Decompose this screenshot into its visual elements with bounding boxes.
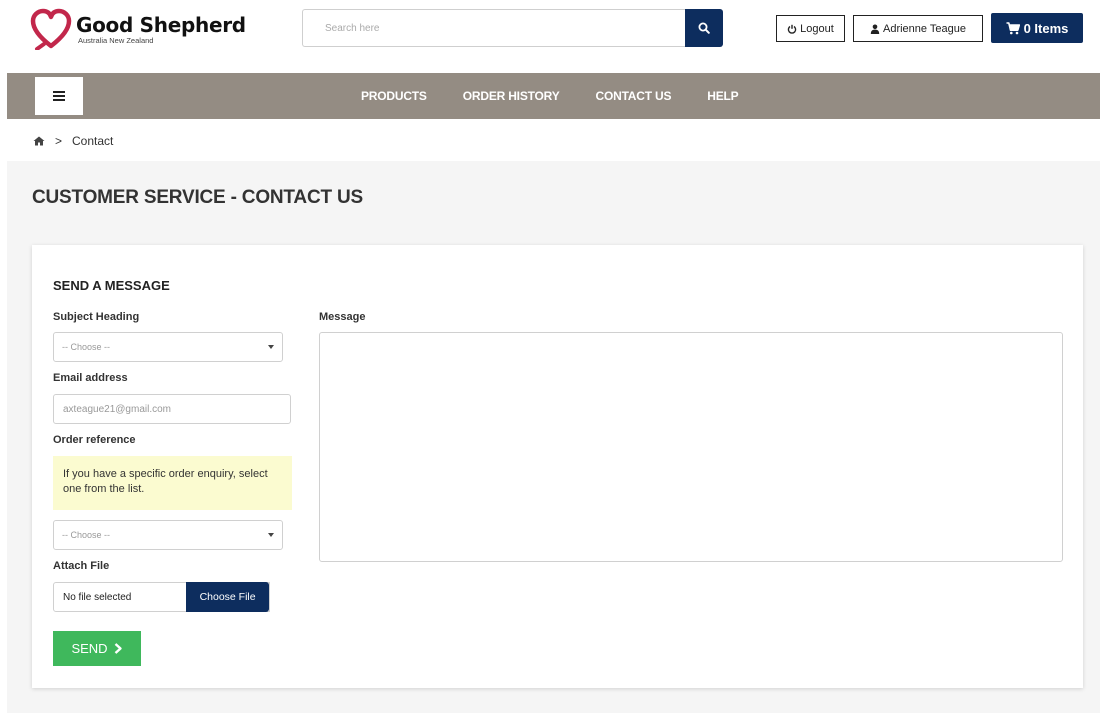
message-label: Message <box>319 311 366 323</box>
message-textarea[interactable] <box>319 332 1063 562</box>
breadcrumb-current: Contact <box>72 134 114 148</box>
nav-item-contact-us[interactable]: CONTACT US <box>596 89 672 103</box>
cart-label: 0 Items <box>1023 20 1069 36</box>
choose-file-button[interactable]: Choose File <box>186 582 269 612</box>
order-select-value: -- Choose -- <box>62 530 111 540</box>
order-reference-label: Order reference <box>53 434 136 446</box>
main-nav: PRODUCTS ORDER HISTORY CONTACT US HELP <box>7 73 1100 119</box>
subject-select[interactable]: -- Choose -- <box>53 332 283 362</box>
attach-file-label: Attach File <box>53 560 110 572</box>
nav-item-help[interactable]: HELP <box>707 89 738 103</box>
page-title: CUSTOMER SERVICE - CONTACT US <box>32 187 363 208</box>
file-upload[interactable]: No file selected Choose File <box>53 582 270 612</box>
search-input[interactable] <box>302 9 685 47</box>
power-icon <box>787 24 797 34</box>
form-title: SEND A MESSAGE <box>53 278 170 293</box>
chevron-down-icon <box>268 345 274 349</box>
email-label: Email address <box>53 372 128 384</box>
nav-item-products[interactable]: PRODUCTS <box>361 89 427 103</box>
send-label: SEND <box>71 641 108 656</box>
user-name: Adrienne Teague <box>883 22 966 35</box>
hamburger-icon <box>53 91 65 101</box>
search-button[interactable] <box>685 9 723 47</box>
email-field[interactable] <box>53 394 291 424</box>
contact-form-card: SEND A MESSAGE Subject Heading -- Choose… <box>32 245 1083 688</box>
search-bar <box>302 9 723 47</box>
logo-name: Good Shepherd <box>76 12 246 37</box>
search-icon <box>698 22 710 34</box>
home-icon[interactable] <box>33 136 45 146</box>
cart-icon <box>1006 21 1020 34</box>
subject-select-value: -- Choose -- <box>62 342 111 352</box>
chevron-right-icon <box>114 643 122 654</box>
site-header: Good Shepherd Australia New Zealand Logo… <box>0 0 1100 73</box>
logout-label: Logout <box>800 22 834 35</box>
nav-links: PRODUCTS ORDER HISTORY CONTACT US HELP <box>361 73 775 119</box>
nav-item-order-history[interactable]: ORDER HISTORY <box>463 89 560 103</box>
send-button[interactable]: SEND <box>53 631 141 666</box>
heart-logo-icon <box>30 8 72 50</box>
account-button[interactable]: Adrienne Teague <box>853 15 983 42</box>
logo-subtitle: Australia New Zealand <box>78 35 154 45</box>
menu-toggle-button[interactable] <box>35 77 83 115</box>
chevron-down-icon <box>268 533 274 537</box>
user-icon <box>870 24 880 34</box>
logout-button[interactable]: Logout <box>776 15 845 42</box>
logo[interactable]: Good Shepherd Australia New Zealand <box>30 6 270 52</box>
subject-label: Subject Heading <box>53 311 140 323</box>
order-reference-select[interactable]: -- Choose -- <box>53 520 283 550</box>
file-status: No file selected <box>63 591 132 603</box>
breadcrumb-separator: > <box>55 134 63 148</box>
order-info-note: If you have a specific order enquiry, se… <box>53 456 292 510</box>
breadcrumb: > Contact <box>33 134 113 148</box>
cart-button[interactable]: 0 Items <box>991 13 1083 43</box>
